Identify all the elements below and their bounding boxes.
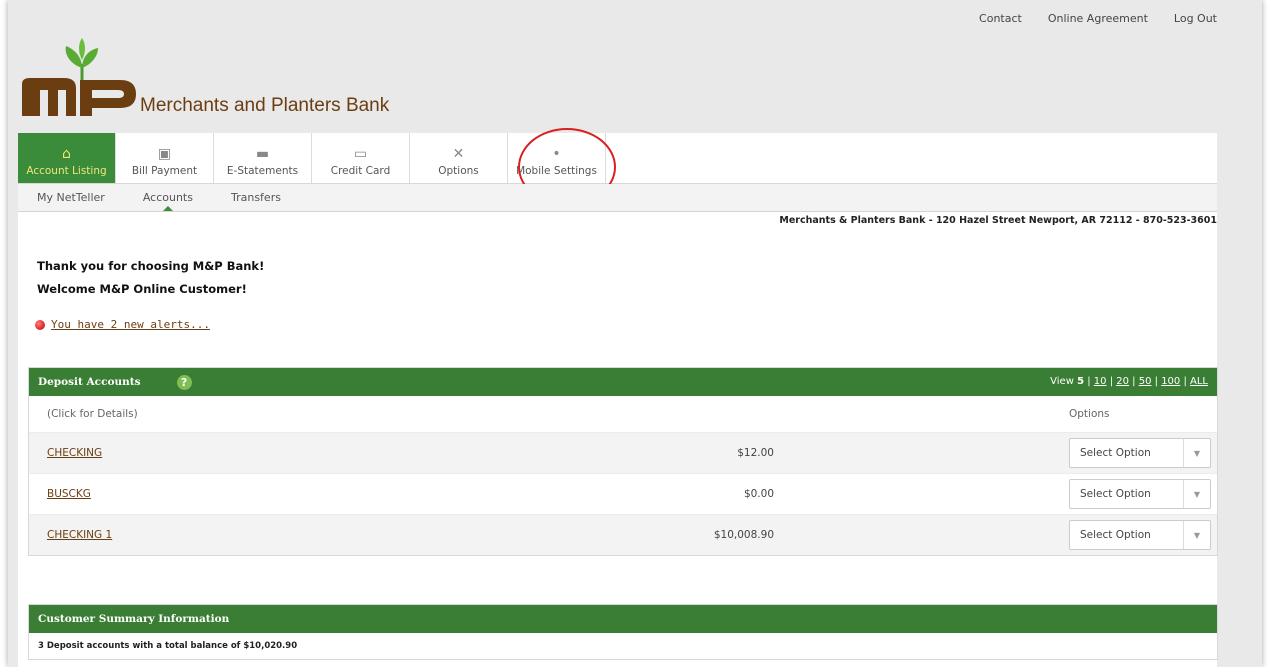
deposit-accounts-panel: Deposit Accounts ? View 5 | 10 | 20 | 50… [28,367,1218,556]
account-options-select[interactable]: Select Option ▼ [1069,438,1211,468]
nav-label: Options [438,165,479,177]
nav-account-listing[interactable]: ⌂ Account Listing [18,133,116,183]
alert-dot-icon [35,319,45,330]
subnav-accounts[interactable]: Accounts [124,184,212,211]
bank-name: Merchants and Planters Bank [140,95,390,116]
welcome-heading: Thank you for choosing M&P Bank! [37,259,265,273]
customer-summary-panel: Customer Summary Information 3 Deposit a… [28,604,1218,660]
nav-label: Account Listing [26,165,107,177]
table-row: BUSCKG $0.00 Select Option ▼ [29,473,1217,514]
subnav-my-netteller[interactable]: My NetTeller [18,184,124,211]
sub-nav: My NetTeller Accounts Transfers [18,184,1217,212]
chevron-down-icon: ▼ [1183,480,1210,508]
bank-address: Merchants & Planters Bank - 120 Hazel St… [779,215,1217,226]
select-value: Select Option [1080,447,1151,459]
select-value: Select Option [1080,488,1151,500]
view-label: View [1050,376,1074,387]
contact-link[interactable]: Contact [979,12,1022,25]
table-row: CHECKING 1 $10,008.90 Select Option ▼ [29,514,1217,555]
select-value: Select Option [1080,529,1151,541]
briefcase-icon: ▬ [255,146,270,162]
chevron-down-icon: ▼ [1183,521,1210,549]
nav-bill-payment[interactable]: ▣ Bill Payment [116,133,214,183]
main-nav: ⌂ Account Listing ▣ Bill Payment ▬ E-Sta… [18,133,1217,184]
account-balance: $0.00 [743,488,774,500]
browser-page: Contact Online Agreement Log Out Merchan… [8,0,1262,667]
page-size-selector: View 5 | 10 | 20 | 50 | 100 | ALL [1050,376,1208,387]
customer-summary-header: Customer Summary Information [29,605,1217,633]
bank-logo [20,38,140,122]
bill-icon: ▣ [157,146,172,162]
summary-text: 3 Deposit accounts with a total balance … [38,641,298,651]
nav-mobile-settings[interactable]: • Mobile Settings [508,133,606,183]
account-balance: $10,008.90 [713,529,774,541]
options-header: Options [1069,408,1110,420]
nav-credit-card[interactable]: ▭ Credit Card [312,133,410,183]
view-20-link[interactable]: 20 [1116,376,1129,387]
panel-title: Customer Summary Information [38,613,230,625]
top-links: Contact Online Agreement Log Out [979,12,1217,25]
logout-link[interactable]: Log Out [1174,12,1217,25]
alerts-notice: You have 2 new alerts... [35,318,210,331]
panel-title: Deposit Accounts [38,376,141,388]
account-link[interactable]: CHECKING 1 [47,529,112,541]
credit-card-icon: ▭ [353,146,368,162]
account-link[interactable]: BUSCKG [47,488,91,500]
nav-options[interactable]: ✕ Options [410,133,508,183]
alerts-link[interactable]: You have 2 new alerts... [51,318,210,331]
nav-label: Bill Payment [131,165,198,177]
table-header-row: (Click for Details) Options [29,396,1217,432]
view-100-link[interactable]: 100 [1161,376,1180,387]
tools-icon: ✕ [452,146,465,162]
welcome-subheading: Welcome M&P Online Customer! [37,282,247,296]
view-50-link[interactable]: 50 [1139,376,1152,387]
account-options-select[interactable]: Select Option ▼ [1069,520,1211,550]
subnav-transfers[interactable]: Transfers [212,184,300,211]
help-icon[interactable]: ? [176,374,192,390]
account-options-select[interactable]: Select Option ▼ [1069,479,1211,509]
table-row: CHECKING $12.00 Select Option ▼ [29,432,1217,473]
account-link[interactable]: CHECKING [47,447,102,459]
nav-e-statements[interactable]: ▬ E-Statements [214,133,312,183]
account-balance: $12.00 [737,447,774,459]
home-icon: ⌂ [62,146,71,162]
nav-label: Credit Card [330,165,391,177]
click-hint: (Click for Details) [47,408,138,420]
main-content: Merchants & Planters Bank - 120 Hazel St… [18,212,1218,667]
deposit-accounts-header: Deposit Accounts ? View 5 | 10 | 20 | 50… [29,368,1217,396]
chevron-down-icon: ▼ [1183,439,1210,467]
view-10-link[interactable]: 10 [1094,376,1107,387]
nav-label: Mobile Settings [516,165,597,177]
pin-icon: • [552,146,561,162]
view-current: 5 [1077,376,1085,387]
view-all-link[interactable]: ALL [1190,376,1208,387]
online-agreement-link[interactable]: Online Agreement [1048,12,1148,25]
nav-label: E-Statements [226,165,299,177]
